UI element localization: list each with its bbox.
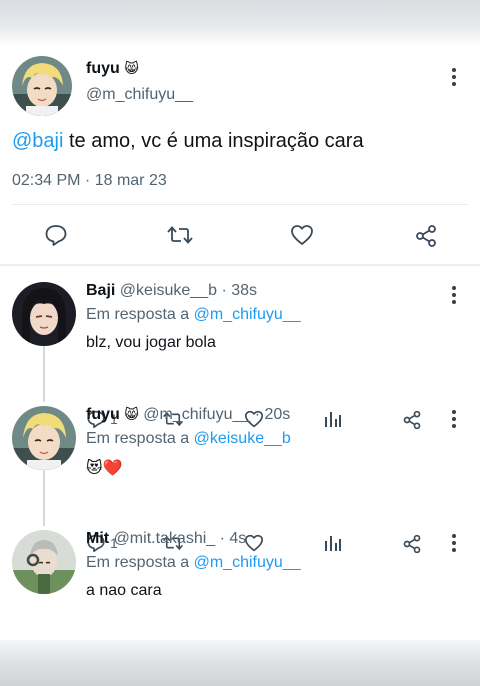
in-reply-to: Em resposta a @m_chifuyu__ [86, 306, 301, 324]
cat-emoji: 😸 [124, 406, 139, 422]
avatar[interactable] [12, 56, 72, 116]
heart-icon [291, 225, 313, 245]
author-handle[interactable]: @mit.takashi_ [114, 530, 216, 547]
mention-link[interactable]: @baji [12, 130, 63, 152]
reply-time[interactable]: · 38s [221, 282, 257, 299]
in-reply-label: Em resposta a [86, 430, 194, 447]
in-reply-label: Em resposta a [86, 554, 194, 571]
tweet-text: @baji te amo, vc é uma inspiração cara [12, 130, 364, 153]
author-handle[interactable]: @m_chifuyu__ [143, 406, 250, 423]
tweet-body: te amo, vc é uma inspiração cara [63, 130, 364, 152]
mention-link[interactable]: @m_chifuyu__ [194, 554, 301, 571]
share-button[interactable] [414, 224, 438, 248]
avatar[interactable] [12, 282, 76, 346]
bottom-blur-area [0, 640, 480, 686]
reply-tweet[interactable]: Mit @mit.takashi_ · 4s Em resposta a @m_… [0, 530, 480, 678]
retweet-button[interactable] [166, 224, 194, 246]
main-tweet[interactable]: fuyu 😸 @m_chifuyu__ @baji te amo, vc é u… [0, 46, 480, 264]
author-handle[interactable]: @keisuke__b [120, 282, 217, 299]
display-name[interactable]: Mit [86, 530, 109, 547]
divider [12, 204, 468, 205]
reply-text: 😻❤️ [86, 460, 123, 477]
retweet-icon [167, 226, 193, 244]
top-blur-area [0, 0, 480, 46]
mention-link[interactable]: @keisuke__b [194, 430, 291, 447]
reply-text: a nao cara [86, 582, 162, 599]
reply-header: Baji @keisuke__b · 38s [86, 282, 257, 300]
author-handle[interactable]: @m_chifuyu__ [86, 86, 193, 104]
in-reply-label: Em resposta a [86, 306, 194, 323]
reply-text: blz, vou jogar bola [86, 334, 216, 351]
section-separator [0, 264, 480, 266]
in-reply-to: Em resposta a @keisuke__b [86, 430, 291, 448]
more-options-icon[interactable] [452, 410, 456, 428]
reply-icon [45, 225, 67, 246]
more-options-icon[interactable] [452, 286, 456, 304]
like-button[interactable] [290, 224, 314, 246]
avatar[interactable] [12, 530, 76, 594]
reply-time[interactable]: · 20s [255, 406, 291, 423]
in-reply-to: Em resposta a @m_chifuyu__ [86, 554, 301, 572]
reply-time[interactable]: · 4s [220, 530, 247, 547]
tweet-timestamp[interactable]: 02:34 PM · 18 mar 23 [12, 172, 167, 190]
reply-header: fuyu 😸 @m_chifuyu__ · 20s [86, 406, 290, 424]
more-options-icon[interactable] [452, 68, 456, 86]
reply-button[interactable] [44, 224, 68, 246]
cat-emoji: 😸 [124, 60, 139, 76]
tweet-actions [0, 214, 480, 254]
tweet-thread: fuyu 😸 @m_chifuyu__ @baji te amo, vc é u… [0, 46, 480, 678]
reply-header: Mit @mit.takashi_ · 4s [86, 530, 246, 548]
mention-link[interactable]: @m_chifuyu__ [194, 306, 301, 323]
share-icon [416, 225, 436, 247]
display-name[interactable]: Baji [86, 282, 115, 299]
avatar[interactable] [12, 406, 76, 470]
reply-tweet[interactable]: Baji @keisuke__b · 38s Em resposta a @m_… [0, 282, 480, 430]
author-name[interactable]: fuyu 😸 [86, 60, 139, 78]
reply-tweet[interactable]: fuyu 😸 @m_chifuyu__ · 20s Em resposta a … [0, 406, 480, 554]
more-options-icon[interactable] [452, 534, 456, 552]
display-name[interactable]: fuyu [86, 406, 120, 423]
display-name[interactable]: fuyu [86, 60, 120, 77]
